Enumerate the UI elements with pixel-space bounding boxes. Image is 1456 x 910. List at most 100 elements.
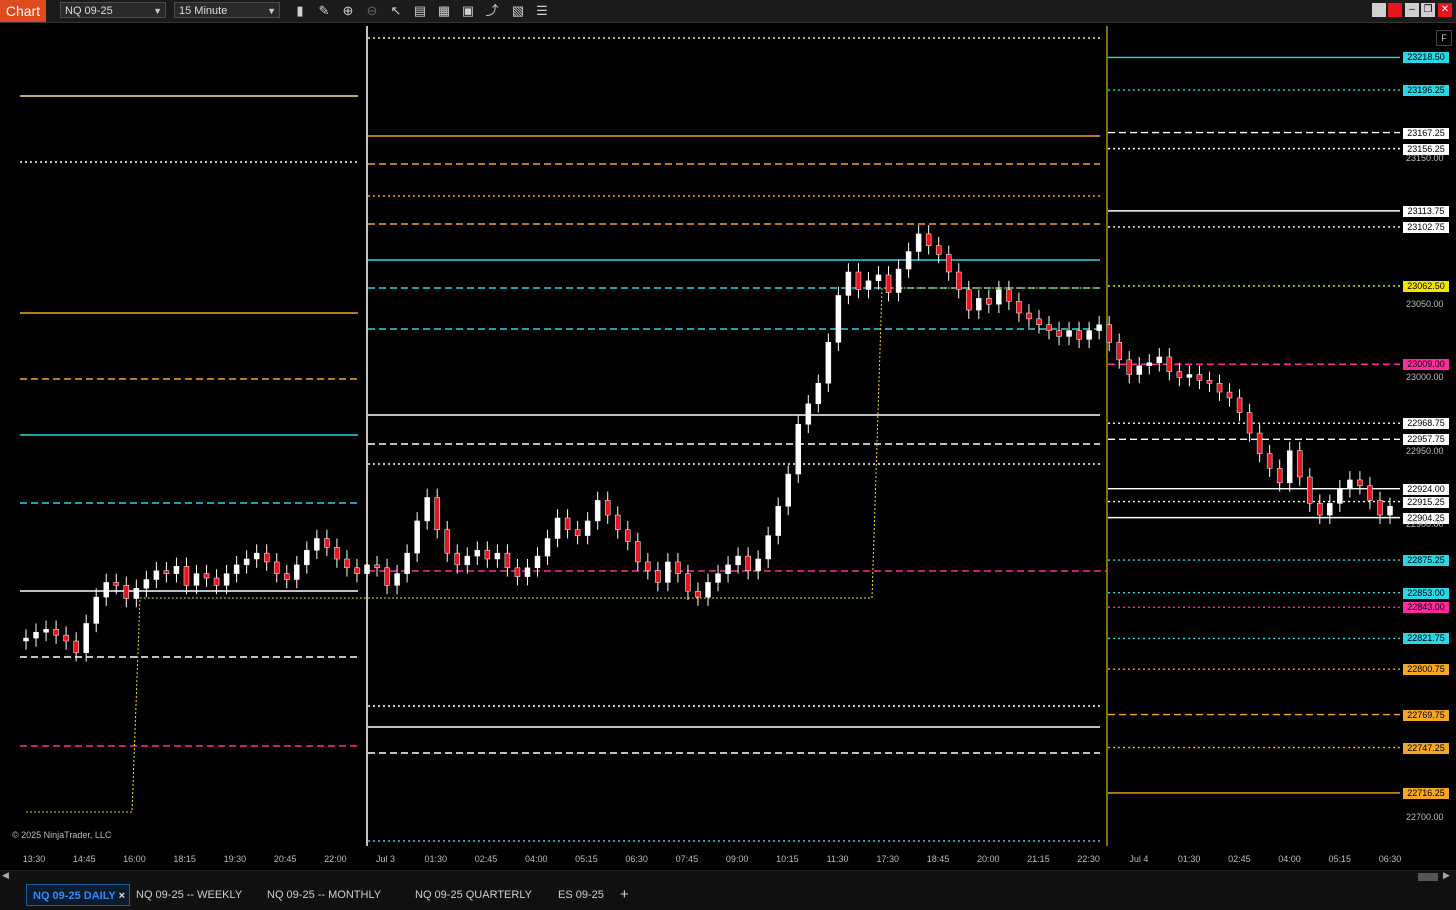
candle-body bbox=[414, 520, 420, 554]
time-tick-label: 13:30 bbox=[22, 854, 46, 864]
price-chart-panel[interactable]: © 2025 NinjaTrader, LLC bbox=[8, 26, 1400, 846]
menu-icon[interactable]: ☰ bbox=[533, 2, 551, 20]
candle-body bbox=[314, 538, 320, 551]
time-tick-label: 19:30 bbox=[223, 854, 247, 864]
candle-body bbox=[344, 558, 350, 569]
tab-nq-monthly[interactable]: NQ 09-25 -- MONTHLY bbox=[261, 884, 405, 906]
candle-body bbox=[1256, 432, 1263, 454]
data-box-icon[interactable]: ▤ bbox=[411, 2, 429, 20]
add-tab-button[interactable]: + bbox=[614, 884, 636, 906]
interval-selector[interactable]: 15 Minute ▼ bbox=[174, 2, 280, 18]
minimize-icon[interactable]: – bbox=[1405, 3, 1419, 17]
candle-body bbox=[996, 289, 1002, 305]
price-tick-label: 23150.00 bbox=[1406, 152, 1444, 163]
candle-body bbox=[635, 541, 641, 563]
candle-body bbox=[1166, 356, 1173, 372]
candle-body bbox=[474, 549, 481, 557]
candle-body bbox=[1026, 312, 1032, 320]
price-tick-label: 22900.00 bbox=[1406, 518, 1444, 529]
pointer-icon[interactable]: ↖ bbox=[387, 2, 405, 20]
time-tick-label: 17:30 bbox=[876, 854, 900, 864]
price-label: 22968.75 bbox=[1403, 418, 1449, 430]
scroll-left-icon[interactable]: ◀ bbox=[2, 870, 9, 881]
candle-body bbox=[765, 535, 771, 560]
properties-icon[interactable]: ▣ bbox=[459, 2, 477, 20]
candle-body bbox=[63, 634, 69, 642]
candle-body bbox=[484, 549, 491, 560]
zoom-in-icon[interactable]: ⊕ bbox=[339, 2, 357, 20]
candle-body bbox=[1196, 374, 1203, 381]
candle-body bbox=[163, 570, 170, 574]
candle-body bbox=[1156, 356, 1163, 364]
candle-body bbox=[895, 268, 902, 293]
time-tick-label: 05:15 bbox=[1328, 854, 1352, 864]
tab-es[interactable]: ES 09-25 bbox=[552, 884, 612, 906]
interval-value: 15 Minute bbox=[179, 5, 228, 17]
scroll-thumb[interactable] bbox=[1418, 873, 1438, 881]
candle-body bbox=[1036, 318, 1042, 325]
candle-body bbox=[645, 561, 651, 571]
tab-nq-weekly[interactable]: NQ 09-25 -- WEEKLY bbox=[130, 884, 258, 906]
candle-body bbox=[865, 280, 872, 290]
candle-body bbox=[464, 555, 471, 566]
candlestick-chart[interactable] bbox=[8, 26, 1400, 846]
time-tick-label: 01:30 bbox=[424, 854, 448, 864]
candle-body bbox=[1006, 289, 1012, 302]
candle-body bbox=[1106, 324, 1112, 343]
price-tick-label: 23000.00 bbox=[1406, 372, 1444, 383]
tab-close-icon[interactable]: × bbox=[119, 885, 125, 907]
tab-nq-quarterly[interactable]: NQ 09-25 QUARTERLY bbox=[409, 884, 551, 906]
candle-body bbox=[1307, 476, 1313, 504]
time-tick-label: 18:45 bbox=[926, 854, 950, 864]
time-tick-label: 20:00 bbox=[976, 854, 1000, 864]
chart-window-title[interactable]: Chart bbox=[0, 0, 46, 22]
templates-icon[interactable]: ▦ bbox=[435, 2, 453, 20]
time-tick-label: 02:45 bbox=[474, 854, 498, 864]
candle-body bbox=[334, 547, 340, 560]
candle-body bbox=[805, 403, 812, 425]
chevron-down-icon: ▼ bbox=[267, 6, 276, 16]
price-axis[interactable]: F 23218.50 23196.25 23167.25 23156.25 23113.… bbox=[1400, 26, 1456, 846]
candle-body bbox=[424, 497, 430, 522]
candle-body bbox=[825, 342, 832, 384]
candle-body bbox=[374, 564, 380, 569]
candle-body bbox=[1226, 391, 1233, 399]
candle-body bbox=[1176, 371, 1183, 378]
instrument-selector[interactable]: NQ 09-25 ▼ bbox=[60, 2, 166, 18]
axis-fit-button[interactable]: F bbox=[1436, 30, 1452, 46]
candle-body bbox=[173, 566, 180, 574]
candle-body bbox=[915, 233, 922, 252]
tab-label: NQ 09-25 DAILY bbox=[33, 890, 116, 902]
time-tick-label: Jul 3 bbox=[376, 854, 396, 864]
candle-body bbox=[253, 552, 260, 560]
candle-body bbox=[725, 564, 731, 574]
time-tick-label: 07:45 bbox=[675, 854, 699, 864]
price-label: 23009.00 bbox=[1403, 359, 1449, 371]
candle-body bbox=[33, 631, 39, 639]
pencil-icon[interactable]: ✎ bbox=[315, 2, 333, 20]
candle-body bbox=[233, 564, 240, 574]
time-axis[interactable]: 13:30 14:45 16:00 18:15 19:30 20:45 22:00 Jul 3… bbox=[0, 846, 1456, 870]
close-icon[interactable]: ✕ bbox=[1438, 3, 1452, 17]
window-link-icon[interactable] bbox=[1388, 3, 1402, 17]
candle-body bbox=[1317, 503, 1323, 516]
price-label: 22821.75 bbox=[1403, 633, 1449, 645]
candle-body bbox=[324, 538, 330, 548]
candle-body bbox=[695, 590, 701, 598]
bar-type-icon[interactable]: ▮ bbox=[291, 2, 309, 20]
candle-body bbox=[23, 637, 29, 642]
candle-body bbox=[394, 573, 400, 586]
tab-nq-daily[interactable]: NQ 09-25 DAILY × bbox=[26, 884, 130, 906]
indicators-icon[interactable]: ⤴ bbox=[483, 2, 501, 20]
instrument-value: NQ 09-25 bbox=[65, 5, 113, 17]
strategies-icon[interactable]: ▧ bbox=[509, 2, 527, 20]
candle-body bbox=[835, 295, 842, 343]
maximize-icon[interactable]: ❐ bbox=[1421, 3, 1435, 17]
scroll-right-icon[interactable]: ▶ bbox=[1443, 870, 1450, 881]
window-color-icon[interactable] bbox=[1372, 3, 1386, 17]
price-tick-label: 22950.00 bbox=[1406, 445, 1444, 456]
candle-body bbox=[976, 298, 982, 311]
candle-body bbox=[43, 629, 49, 633]
candle-body bbox=[1327, 503, 1333, 516]
zoom-out-icon[interactable]: ⊖ bbox=[363, 2, 381, 20]
